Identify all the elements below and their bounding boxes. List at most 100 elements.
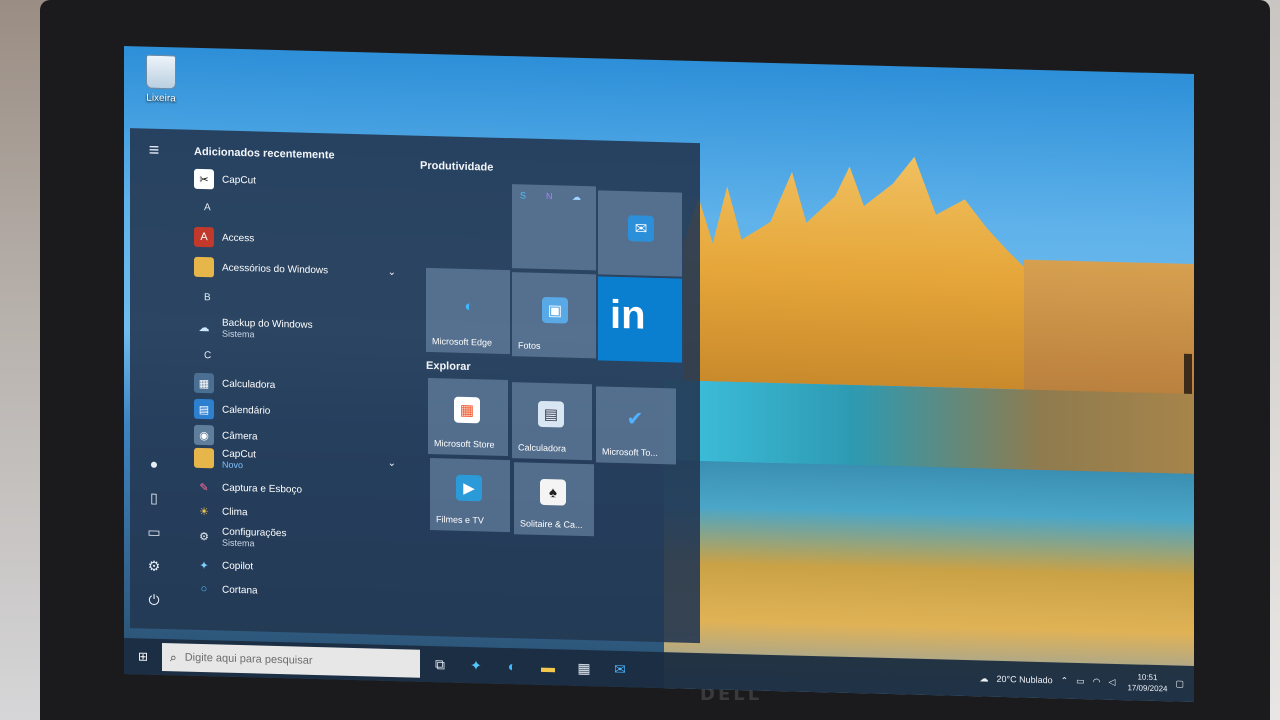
- chevron-down-icon: ⌄: [387, 457, 396, 469]
- search-box[interactable]: ⌕ Digite aqui para pesquisar: [162, 642, 420, 678]
- app-list: Adicionados recentemente ✂ CapCut A A Ac…: [184, 130, 420, 636]
- file-explorer-icon[interactable]: ▬: [532, 653, 564, 682]
- documents-icon[interactable]: ▯: [144, 489, 164, 508]
- settings-icon[interactable]: ⚙: [144, 557, 164, 576]
- store-icon: ▦: [454, 396, 480, 424]
- clock-date: 17/09/2024: [1127, 683, 1168, 694]
- app-backup[interactable]: ☁ Backup do Windows Sistema: [194, 310, 313, 347]
- system-tray: ☁ 20°C Nublado ⌃ ▭ ◠ ◁ 10:51 17/09/2024 …: [971, 660, 1184, 702]
- copilot-taskbar-icon[interactable]: ✦: [460, 651, 492, 680]
- app-sublabel: Novo: [222, 459, 244, 470]
- app-label: CapCut: [222, 448, 256, 460]
- notifications-icon[interactable]: ▢: [1175, 678, 1184, 689]
- pictures-icon[interactable]: ▭: [144, 523, 164, 542]
- tile-label: Calculadora: [518, 442, 567, 454]
- tile-photos[interactable]: ▣ Fotos: [512, 272, 596, 359]
- letter-a[interactable]: A: [204, 202, 211, 213]
- recycle-bin-label: Lixeira: [146, 92, 176, 105]
- tile-calculator[interactable]: ▤ Calculadora: [512, 382, 592, 461]
- folder-icon: [194, 447, 214, 469]
- onenote-icon: N: [546, 191, 553, 202]
- app-label: Acessórios do Windows: [222, 262, 329, 276]
- app-access[interactable]: A Access: [194, 224, 254, 252]
- volume-icon[interactable]: ◁: [1109, 676, 1116, 687]
- app-label: Calendário: [222, 404, 271, 417]
- tile-store[interactable]: ▦ Microsoft Store: [428, 377, 508, 457]
- network-icon[interactable]: ◠: [1093, 676, 1101, 687]
- tile-edge[interactable]: ◐ Microsoft Edge: [426, 267, 510, 355]
- group-explore-label[interactable]: Explorar: [426, 360, 471, 373]
- tile-label: Microsoft To...: [602, 446, 658, 458]
- tile-label: Solitaire & Ca...: [520, 518, 583, 531]
- app-label-group: Configurações Sistema: [222, 526, 286, 549]
- recent-header: Adicionados recentemente: [194, 145, 335, 162]
- chevron-up-icon[interactable]: ⌃: [1061, 675, 1069, 686]
- app-acessorios-folder[interactable]: Acessórios do Windows ⌄: [194, 254, 404, 285]
- search-icon: ⌕: [170, 649, 177, 664]
- battery-icon[interactable]: ▭: [1076, 675, 1085, 686]
- recycle-bin-icon: [146, 54, 176, 90]
- checkmark-icon: ✔: [626, 407, 644, 431]
- wallpaper-cathedral: [684, 151, 1044, 390]
- tile-mail[interactable]: ✉: [598, 190, 682, 277]
- screen: Lixeira ≡ ● ▯ ▭ ⚙ ⏻ Adicionados recentem…: [124, 46, 1194, 703]
- app-label: Calculadora: [222, 378, 276, 391]
- calendar-icon: ▤: [194, 398, 214, 420]
- app-calculadora[interactable]: ▦ Calculadora: [194, 370, 275, 398]
- tile-movies[interactable]: ▶ Filmes e TV: [430, 458, 510, 533]
- copilot-icon: ✦: [199, 559, 209, 572]
- cortana-icon: ○: [200, 583, 208, 596]
- user-avatar-icon[interactable]: ●: [144, 455, 164, 474]
- app-label: Access: [222, 232, 255, 244]
- play-icon: ▶: [456, 474, 482, 502]
- tile-label: Microsoft Store: [434, 438, 495, 450]
- mail-icon: ✉: [628, 215, 654, 242]
- app-label: Cortana: [222, 584, 258, 596]
- task-view-icon[interactable]: ⧉: [424, 650, 456, 679]
- app-label: Clima: [222, 506, 248, 518]
- chevron-down-icon: ⌄: [387, 266, 396, 278]
- cloud-icon: ☁: [198, 321, 210, 334]
- edge-icon: ◐: [464, 297, 474, 315]
- weather-icon: ☀: [199, 505, 209, 518]
- clock[interactable]: 10:51 17/09/2024: [1127, 671, 1167, 694]
- weather-text[interactable]: 20°C Nublado: [996, 674, 1052, 685]
- power-icon[interactable]: ⏻: [144, 591, 164, 610]
- edge-taskbar-icon[interactable]: ◐: [496, 652, 528, 681]
- tile-todo[interactable]: ✔ Microsoft To...: [596, 386, 676, 465]
- tile-label: Microsoft Edge: [432, 336, 493, 348]
- tile-label: Fotos: [518, 340, 541, 351]
- onedrive-icon: ☁: [572, 191, 581, 202]
- app-label-group: CapCut Novo: [222, 448, 256, 470]
- tile-label: Filmes e TV: [436, 514, 484, 526]
- letter-b[interactable]: B: [204, 292, 211, 303]
- folder-icon: [194, 256, 214, 278]
- app-label: CapCut: [222, 174, 256, 186]
- letter-c[interactable]: C: [204, 350, 211, 361]
- capcut-icon: ✂: [194, 168, 214, 190]
- gear-icon: ⚙: [199, 530, 209, 543]
- linkedin-icon: in: [610, 292, 646, 338]
- app-configuracoes[interactable]: ⚙ Configurações Sistema: [194, 520, 286, 554]
- recycle-bin[interactable]: Lixeira: [136, 54, 186, 104]
- group-productivity-label[interactable]: Produtividade: [420, 160, 493, 174]
- hamburger-menu-icon[interactable]: ≡: [144, 140, 164, 160]
- app-sublabel: Sistema: [222, 537, 255, 548]
- app-capcut-recent[interactable]: ✂ CapCut: [194, 166, 256, 194]
- cloud-weather-icon[interactable]: ☁: [979, 673, 988, 684]
- snip-icon: ✎: [199, 481, 209, 494]
- tile-office-group[interactable]: S N ☁: [512, 184, 596, 271]
- store-taskbar-icon[interactable]: ▦: [568, 654, 600, 683]
- mail-taskbar-icon[interactable]: ✉: [604, 655, 636, 684]
- tile-solitaire[interactable]: ♠ Solitaire & Ca...: [514, 462, 594, 537]
- windows-logo-icon: ⊞: [137, 649, 149, 664]
- app-cortana[interactable]: ○ Cortana: [194, 576, 258, 604]
- app-calendario[interactable]: ▤ Calendário: [194, 396, 270, 424]
- start-menu: ≡ ● ▯ ▭ ⚙ ⏻ Adicionados recentemente ✂ C…: [130, 128, 700, 644]
- start-rail: ≡ ● ▯ ▭ ⚙ ⏻: [130, 128, 178, 629]
- app-label: Câmera: [222, 430, 258, 442]
- start-button[interactable]: ⊞: [124, 638, 162, 675]
- calculator-icon: ▤: [538, 400, 564, 428]
- app-label: Copilot: [222, 560, 254, 572]
- tile-linkedin[interactable]: in: [598, 276, 682, 363]
